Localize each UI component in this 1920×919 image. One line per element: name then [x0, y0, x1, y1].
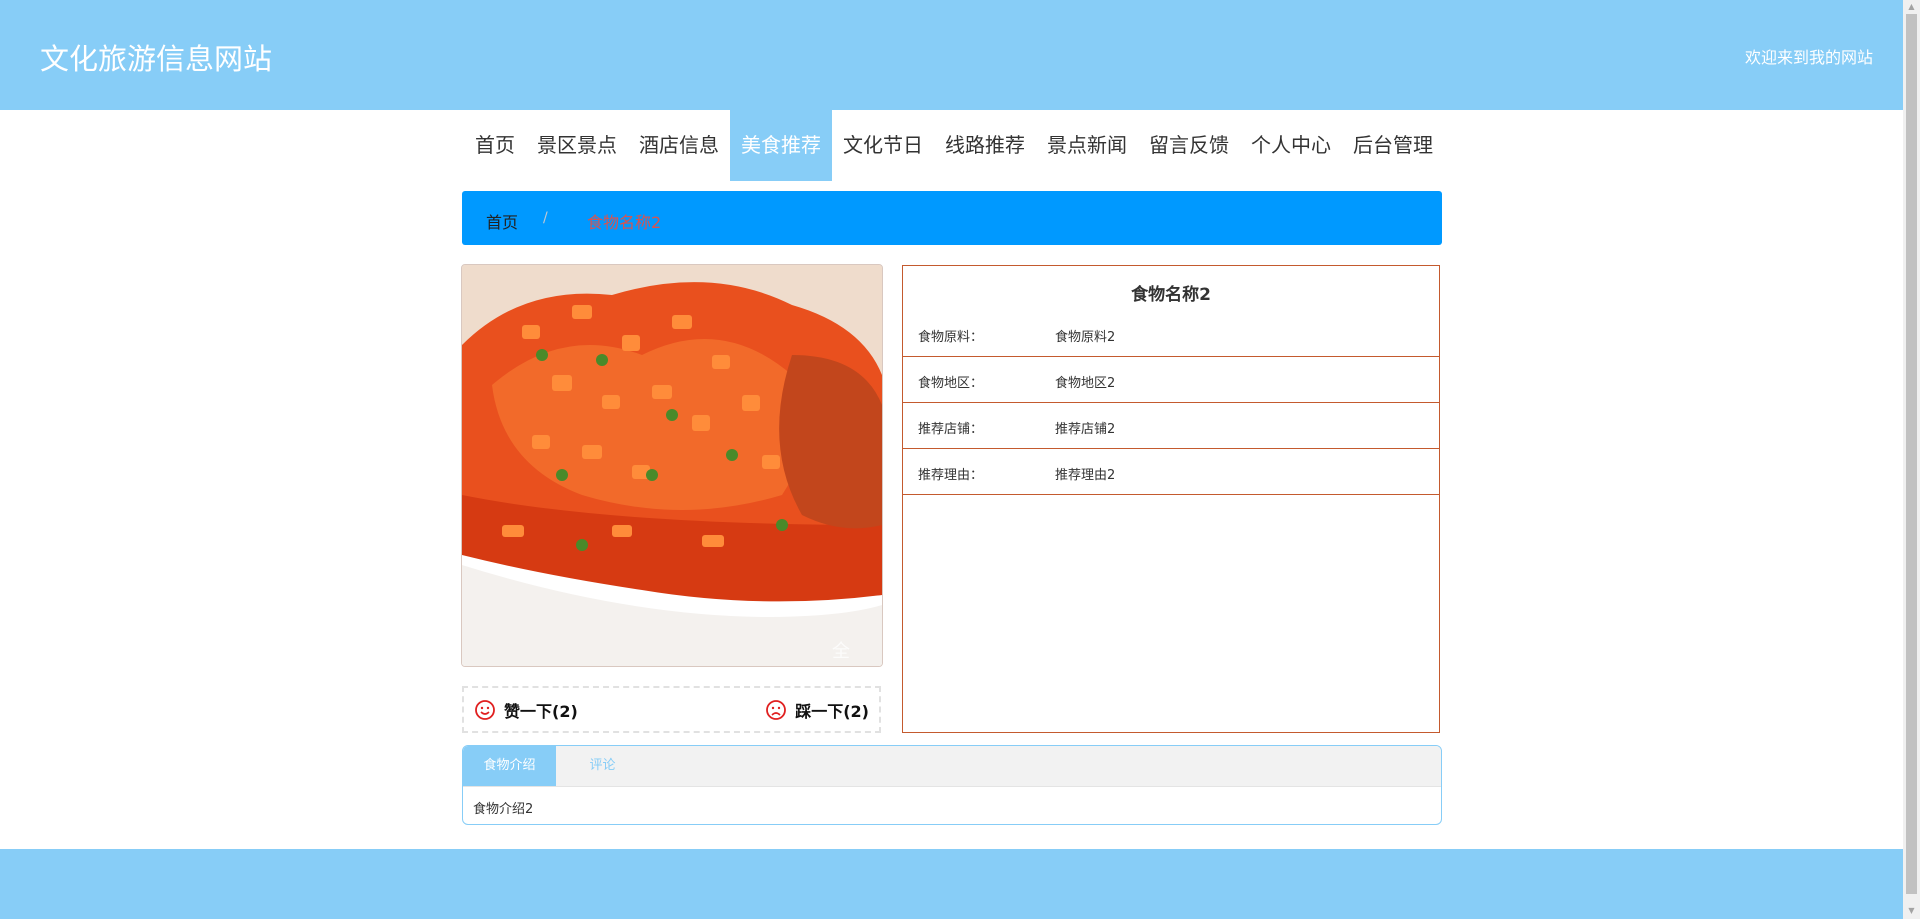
detail-key: 食物原料： [918, 330, 984, 345]
food-photo-image: 全 [462, 265, 882, 666]
detail-value: 食物地区2 [1055, 376, 1116, 391]
tab-comments[interactable]: 评论 [556, 746, 649, 786]
tab-header: 食物介绍 评论 [463, 746, 1441, 787]
site-header: 文化旅游信息网站 欢迎来到我的网站 [0, 0, 1903, 110]
site-title: 文化旅游信息网站 [40, 42, 273, 76]
detail-row-ingredients: 食物原料： 食物原料2 [903, 311, 1439, 357]
site-footer [0, 849, 1903, 919]
food-detail-panel: 食物名称2 食物原料： 食物原料2 食物地区： 食物地区2 推荐店铺： 推荐店铺… [902, 265, 1440, 733]
detail-row-reason: 推荐理由： 推荐理由2 [903, 449, 1439, 495]
food-name-title: 食物名称2 [1131, 285, 1211, 305]
scrollbar-thumb[interactable] [1906, 14, 1917, 894]
dislike-button[interactable]: 踩一下(2) [765, 698, 869, 722]
photo-watermark: 全 [832, 641, 850, 662]
nav-item-food[interactable]: 美食推荐 [730, 110, 832, 181]
detail-row-shop: 推荐店铺： 推荐店铺2 [903, 403, 1439, 449]
nav-item-scenic-spots[interactable]: 景区景点 [526, 110, 628, 181]
detail-row-region: 食物地区： 食物地区2 [903, 357, 1439, 403]
nav-item-profile[interactable]: 个人中心 [1240, 110, 1342, 181]
like-label: 赞一下(2) [504, 702, 578, 721]
detail-key: 推荐理由： [918, 468, 984, 483]
nav-item-admin[interactable]: 后台管理 [1342, 110, 1444, 181]
scroll-up-arrow-icon[interactable]: ▲ [1906, 2, 1917, 12]
dislike-label: 踩一下(2) [795, 702, 869, 721]
scroll-down-arrow-icon[interactable]: ▼ [1906, 906, 1917, 916]
breadcrumb-current: 食物名称2 [587, 213, 662, 232]
nav-item-routes[interactable]: 线路推荐 [934, 110, 1036, 181]
detail-value: 食物原料2 [1055, 330, 1116, 345]
tab-food-intro[interactable]: 食物介绍 [463, 746, 556, 786]
nav-item-feedback[interactable]: 留言反馈 [1138, 110, 1240, 181]
detail-tabs: 食物介绍 评论 食物介绍2 [462, 745, 1442, 825]
detail-key: 推荐店铺： [918, 422, 984, 437]
breadcrumb-separator: / [543, 210, 548, 226]
nav-item-home[interactable]: 首页 [464, 110, 526, 181]
welcome-text: 欢迎来到我的网站 [1744, 48, 1873, 67]
detail-value: 推荐理由2 [1055, 468, 1116, 483]
food-photo: 全 [461, 264, 883, 667]
detail-key: 食物地区： [918, 376, 984, 391]
breadcrumb: 首页 / 食物名称2 [462, 191, 1442, 245]
like-button[interactable]: 赞一下(2) [474, 698, 578, 722]
nav-item-festivals[interactable]: 文化节日 [832, 110, 934, 181]
detail-value: 推荐店铺2 [1055, 422, 1116, 437]
frown-icon [766, 700, 787, 720]
smile-icon [475, 700, 495, 720]
nav-item-news[interactable]: 景点新闻 [1036, 110, 1138, 181]
main-nav: 首页 景区景点 酒店信息 美食推荐 文化节日 线路推荐 景点新闻 留言反馈 个人… [464, 110, 1444, 181]
nav-item-hotels[interactable]: 酒店信息 [628, 110, 730, 181]
vote-bar: 赞一下(2) 踩一下(2) [462, 686, 881, 733]
tab-content: 食物介绍2 [473, 802, 534, 817]
breadcrumb-home-link[interactable]: 首页 [486, 209, 518, 233]
